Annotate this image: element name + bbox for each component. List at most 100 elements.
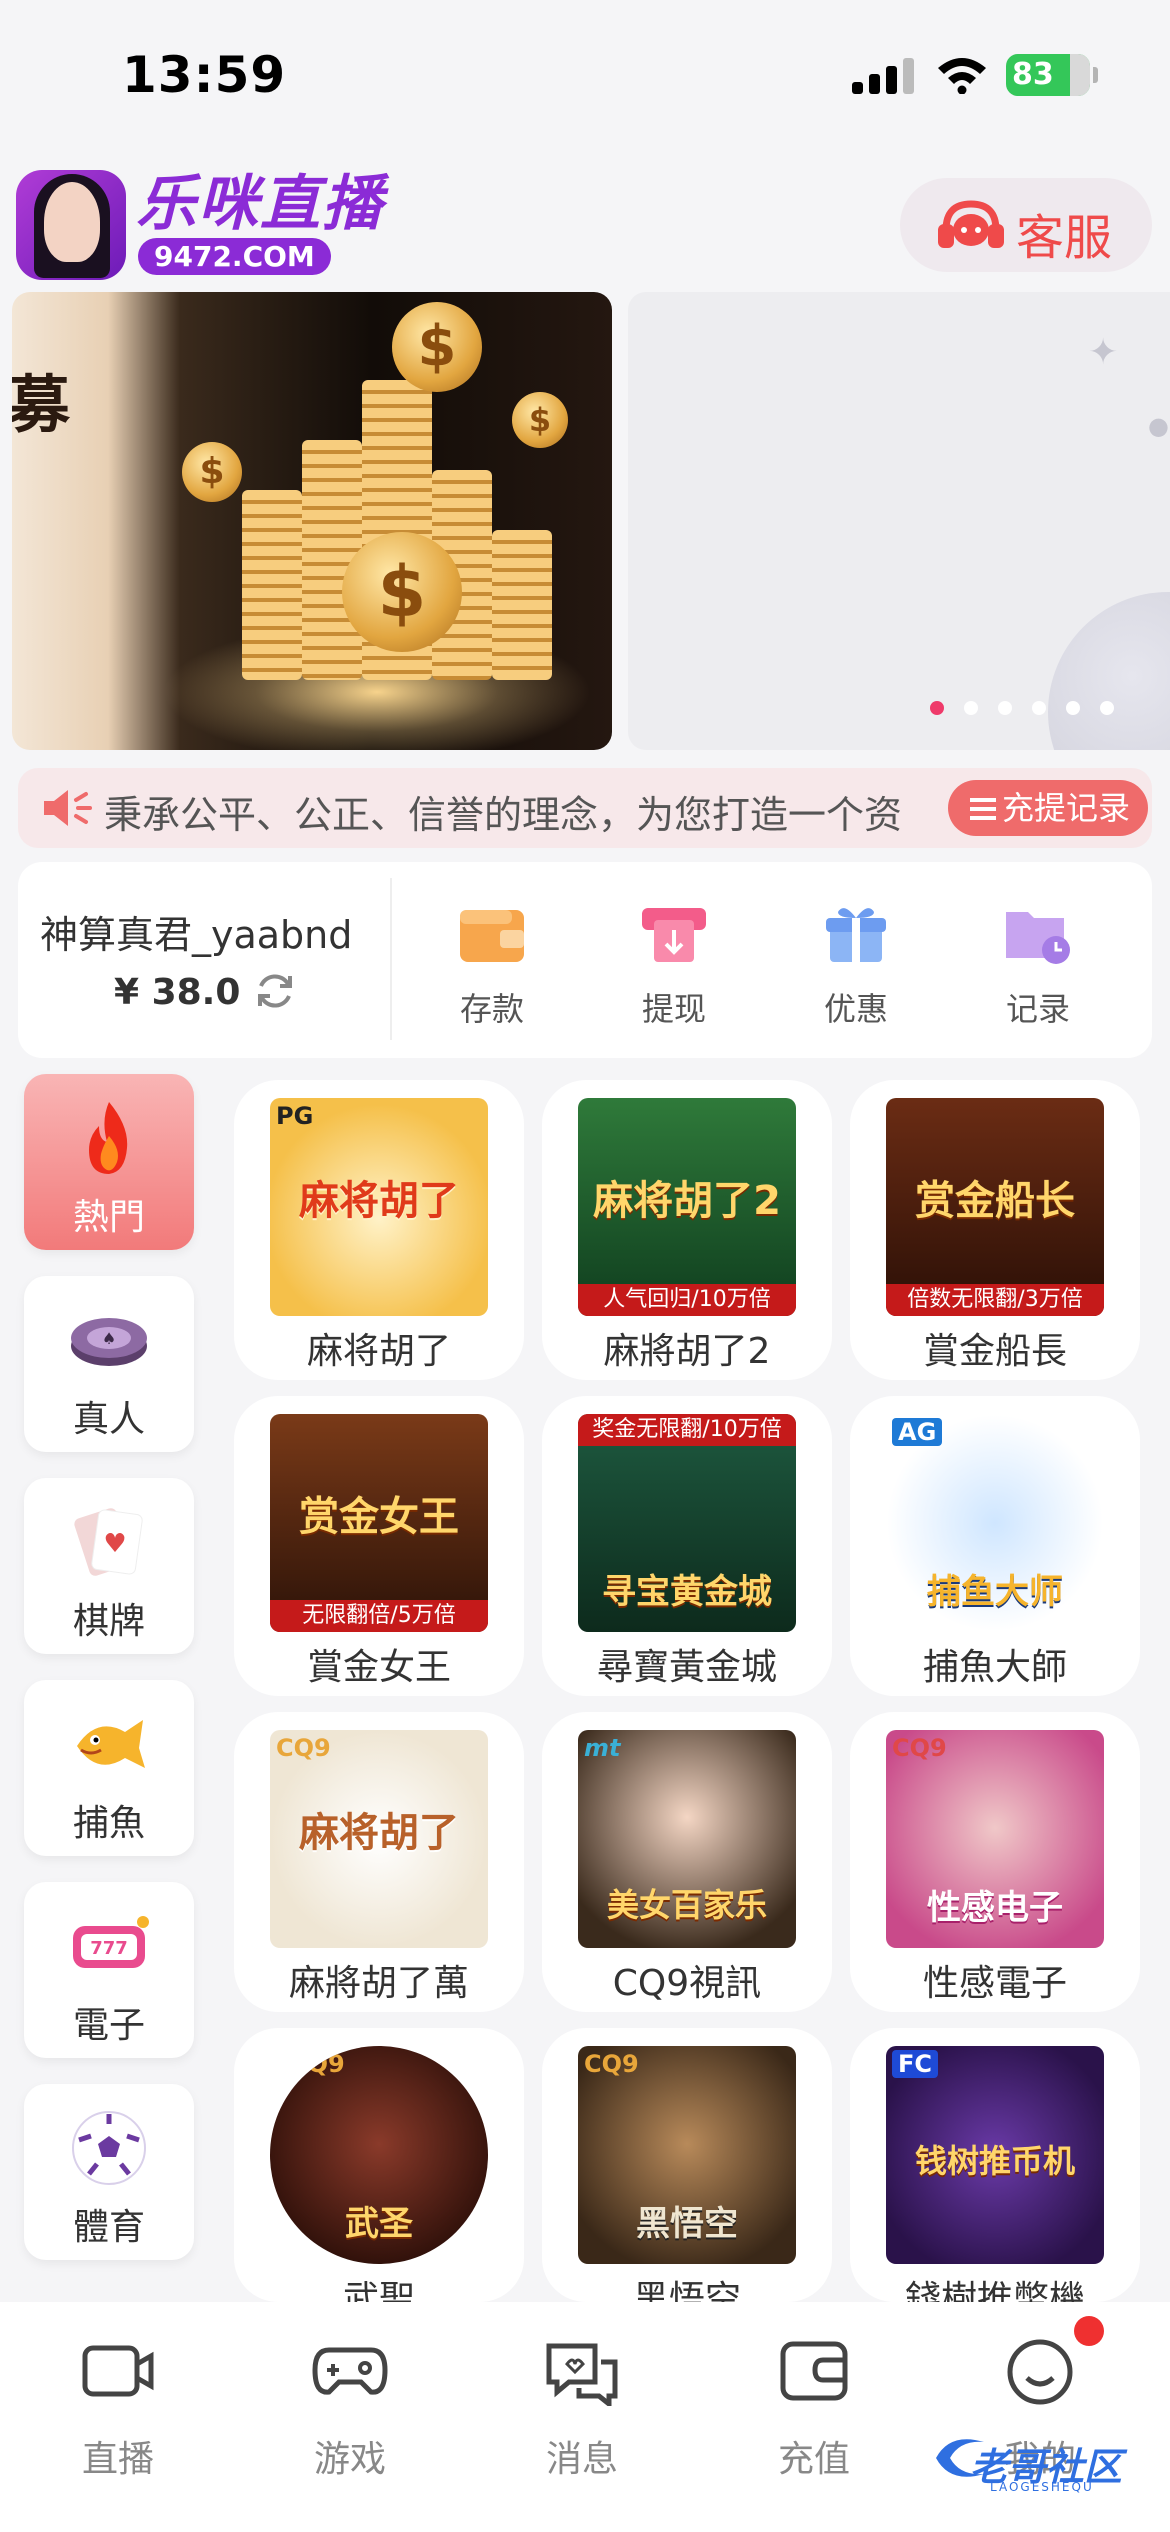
watermark-sub: LAOGESHEQU — [990, 2480, 1094, 2494]
pagination-dot[interactable] — [1100, 701, 1114, 715]
game-provider: CQ9 — [892, 1734, 947, 1762]
withdraw-icon — [642, 908, 706, 962]
records-label: 记录 — [1005, 990, 1070, 1028]
dollar-coin-icon: $ — [392, 302, 482, 392]
tab-games[interactable]: 游戏 — [270, 2336, 430, 2482]
game-thumbnail: CQ9 性感电子 — [886, 1730, 1104, 1948]
game-card[interactable]: mt 美女百家乐 CQ9視訊 — [542, 1712, 832, 2012]
pagination-dot[interactable] — [1066, 701, 1080, 715]
banner-pagination — [930, 700, 1134, 720]
banner-slide-1[interactable]: 募 $ $ $ $ — [12, 292, 612, 750]
cellular-signal-icon — [852, 58, 916, 94]
watermark: 老哥社区 LAOGESHEQU — [930, 2420, 1160, 2500]
tab-live[interactable]: 直播 — [38, 2336, 198, 2482]
game-card[interactable]: 赏金女王 无限翻倍/5万倍 賞金女王 — [234, 1396, 524, 1696]
pagination-dot[interactable] — [964, 701, 978, 715]
game-thumb-title: 赏金船长 — [915, 1178, 1075, 1224]
category-sports[interactable]: 體育 — [24, 2084, 194, 2260]
game-thumb-title: 寻宝黄金城 — [602, 1572, 772, 1612]
balance: ¥ 38.0 — [114, 972, 241, 1013]
game-tag: 奖金无限翻/10万倍 — [578, 1414, 796, 1446]
slot-machine-icon: 777 — [73, 1916, 149, 1968]
game-name: 麻將胡了萬 — [288, 1963, 469, 2004]
category-label: 捕魚 — [72, 1803, 145, 1844]
game-thumbnail: AG 捕鱼大师 — [886, 1414, 1104, 1632]
tab-recharge[interactable]: 充值 — [734, 2336, 894, 2482]
game-card[interactable]: CQ9 麻将胡了 麻將胡了萬 — [234, 1712, 524, 2012]
deposit-button[interactable]: 存款 — [422, 902, 562, 1030]
tab-messages[interactable]: 消息 — [502, 2336, 662, 2482]
category-label: 體育 — [72, 2207, 145, 2248]
brand-name: 乐咪直播 — [136, 169, 384, 239]
game-card[interactable]: 赏金船长 倍数无限翻/3万倍 賞金船長 — [850, 1080, 1140, 1380]
list-icon — [970, 798, 996, 820]
withdraw-label: 提现 — [641, 990, 706, 1028]
category-live[interactable]: ♠ 真人 — [24, 1276, 194, 1452]
game-thumbnail: CQ9 麻将胡了 — [270, 1730, 488, 1948]
wallet-icon — [780, 2341, 848, 2401]
category-cards[interactable]: ♥ 棋牌 — [24, 1478, 194, 1654]
wallet-icon — [460, 910, 524, 962]
refresh-icon[interactable] — [254, 970, 296, 1012]
game-card[interactable]: CQ9 性感电子 性感電子 — [850, 1712, 1140, 2012]
game-name: 賞金船長 — [922, 1331, 1067, 1372]
battery-level: 83 — [1012, 57, 1054, 92]
game-thumb-title: 麻将胡了 — [299, 1810, 459, 1856]
tab-label: 充值 — [777, 2439, 850, 2480]
deposit-withdraw-records-button[interactable]: 充提记录 — [948, 780, 1148, 836]
notification-dot — [1074, 2316, 1104, 2346]
flame-icon — [89, 1102, 128, 1174]
game-card[interactable]: PG 麻将胡了 麻将胡了 — [234, 1080, 524, 1380]
game-provider: mt — [584, 1734, 621, 1762]
dollar-coin-icon: $ — [182, 442, 242, 502]
game-card[interactable]: CQ9 黑悟空 黑悟空 — [542, 2028, 832, 2320]
game-thumbnail: PG 麻将胡了 — [270, 1098, 488, 1316]
speaker-icon — [44, 790, 92, 826]
promotions-label: 优惠 — [823, 990, 888, 1028]
withdraw-button[interactable]: 提现 — [604, 902, 744, 1030]
game-tag: 倍数无限翻/3万倍 — [886, 1284, 1104, 1316]
game-card[interactable]: 奖金无限翻/10万倍 寻宝黄金城 尋寶黃金城 — [542, 1396, 832, 1696]
records-button[interactable]: 记录 — [968, 902, 1108, 1030]
pagination-dot[interactable] — [1032, 701, 1046, 715]
battery-icon: 83 — [1006, 54, 1098, 96]
game-thumb-title: 麻将胡了2 — [593, 1178, 781, 1224]
pagination-dot[interactable] — [930, 701, 944, 715]
tab-label: 游戏 — [313, 2439, 386, 2480]
game-thumb-title: 黑悟空 — [636, 2204, 738, 2244]
game-card[interactable]: 麻将胡了2 人气回归/10万倍 麻將胡了2 — [542, 1080, 832, 1380]
game-thumb-title: 钱树推币机 — [914, 2142, 1075, 2180]
category-slots[interactable]: 777 電子 — [24, 1882, 194, 2058]
customer-service-button[interactable]: 客服 — [900, 178, 1152, 272]
category-label: 電子 — [72, 2005, 145, 2046]
game-name: 尋寶黃金城 — [596, 1647, 777, 1688]
game-provider: CQ9 — [584, 2050, 639, 2078]
category-label: 熱門 — [72, 1197, 145, 1238]
svg-text:♥: ♥ — [103, 1529, 126, 1559]
notice-text: 秉承公平、公正、信誉的理念，为您打造一个资 — [104, 793, 903, 837]
game-name: 賞金女王 — [306, 1647, 451, 1688]
dollar-coin-icon: $ — [342, 532, 462, 652]
fish-icon — [77, 1720, 145, 1768]
brand: 乐咪直播 9472.COM — [136, 172, 384, 275]
tab-label: 直播 — [81, 2439, 154, 2480]
game-card[interactable]: CQ9 武圣 武聖 — [234, 2028, 524, 2320]
wallet-card: 神算真君_yaabnd ¥ 38.0 存款 提现 优惠 记录 — [18, 862, 1152, 1058]
category-hot[interactable]: 熱門 — [24, 1074, 194, 1250]
pagination-dot[interactable] — [998, 701, 1012, 715]
gift-icon — [826, 908, 886, 962]
game-card[interactable]: AG 捕鱼大师 捕魚大師 — [850, 1396, 1140, 1696]
game-thumb-title: 捕鱼大师 — [927, 1572, 1063, 1612]
banner-slide-2[interactable]: ✦ ● — [628, 292, 1170, 750]
game-provider: CQ9 — [290, 2050, 345, 2078]
game-thumbnail: 赏金女王 无限翻倍/5万倍 — [270, 1414, 488, 1632]
category-fishing[interactable]: 捕魚 — [24, 1680, 194, 1856]
headset-icon — [938, 200, 1004, 248]
customer-service-label: 客服 — [1016, 210, 1113, 266]
divider — [390, 878, 392, 1040]
game-card[interactable]: FC 钱树推币机 錢樹推幣機 — [850, 2028, 1140, 2320]
game-name: CQ9視訊 — [612, 1963, 762, 2004]
smile-icon — [1007, 2339, 1073, 2405]
chat-icon — [546, 2343, 618, 2410]
promotions-button[interactable]: 优惠 — [786, 902, 926, 1030]
